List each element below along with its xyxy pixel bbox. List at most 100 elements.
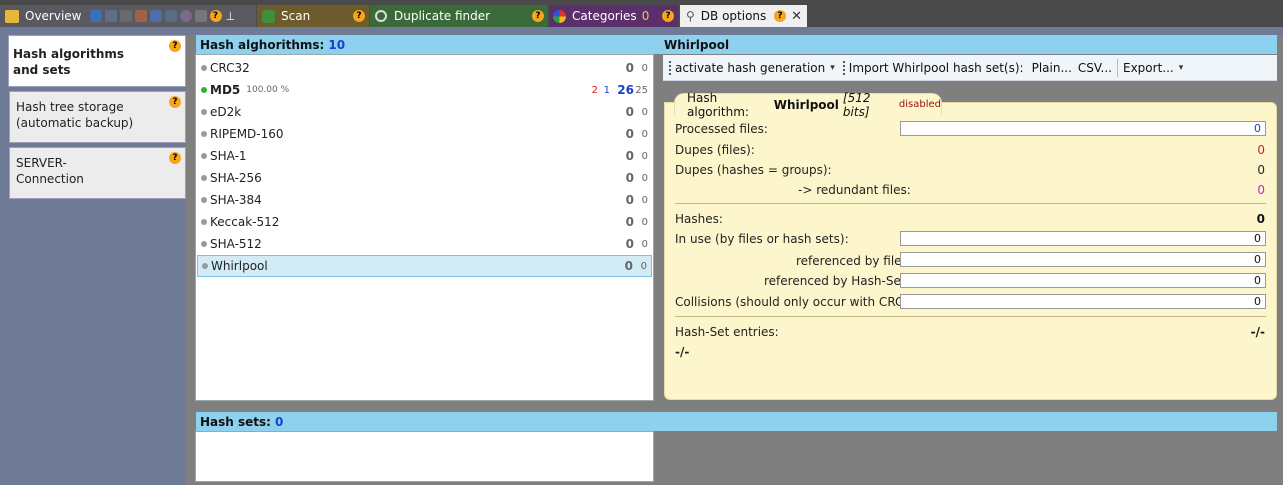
algorithms-header: Hash alghorithms: 10	[196, 35, 660, 54]
collisions-label: Collisions (should only occur with CRC32…	[675, 295, 928, 309]
list-item[interactable]: SHA-256 0 0	[197, 167, 652, 189]
redundant-files-value: 0	[1257, 183, 1265, 197]
list-item[interactable]: eD2k 0 0	[197, 101, 652, 123]
list-item[interactable]: CRC32 0 0	[197, 57, 652, 79]
grip-icon	[842, 60, 845, 75]
import-csv-button[interactable]: CSV...	[1078, 61, 1112, 75]
tab-overview[interactable]: Overview ? ⊥	[0, 5, 256, 27]
content-top-strip	[186, 27, 1283, 35]
hashset-entries-value: -/-	[1250, 325, 1265, 339]
dropdown-arrow-icon[interactable]: ▾	[1179, 63, 1184, 73]
view-icon[interactable]	[89, 10, 102, 22]
menu-label: (automatic backup)	[16, 116, 134, 130]
hashset-entries-label: Hash-Set entries:	[675, 325, 779, 339]
menu-label: Connection	[16, 172, 84, 186]
algorithm-name: SHA-384	[210, 193, 262, 207]
help-icon[interactable]: ?	[169, 152, 181, 164]
algorithms-count: 10	[328, 37, 346, 52]
import-label: Import Whirlpool hash set(s):	[848, 60, 1024, 75]
detail-title: Whirlpool	[664, 37, 730, 52]
list-item[interactable]: SHA-512 0 0	[197, 233, 652, 255]
processed-files-label: Processed files:	[675, 122, 768, 136]
count-value-small: 0	[641, 216, 648, 228]
count-value-small: 0	[641, 238, 648, 250]
tab-label: Duplicate finder	[394, 9, 491, 23]
help-icon[interactable]: ?	[662, 10, 674, 22]
count-value-small: 0	[641, 128, 648, 140]
count-value: 0	[625, 105, 634, 119]
collisions-field: 0	[900, 294, 1266, 309]
referenced-by-files-field: 0	[900, 252, 1266, 267]
status-dot-icon	[201, 219, 207, 225]
list-item[interactable]: SHA-1 0 0	[197, 145, 652, 167]
help-icon[interactable]: ?	[353, 10, 365, 22]
folder-icon	[5, 9, 19, 23]
referenced-by-hashsets-field: 0	[900, 273, 1266, 288]
hash-sets-list[interactable]	[195, 431, 654, 482]
count-value-small: 0	[641, 172, 648, 184]
close-icon[interactable]: ✕	[791, 9, 802, 24]
info-icon[interactable]	[179, 10, 192, 22]
hashes-label: Hashes:	[675, 212, 723, 226]
list-item[interactable]: Keccak-512 0 0	[197, 211, 652, 233]
count-value: 26	[617, 83, 634, 97]
pin-icon[interactable]: ⊥	[226, 10, 236, 23]
tab-db-options[interactable]: ⚲ DB options ? ✕	[680, 5, 807, 27]
redundant-files-label: -> redundant files:	[798, 183, 911, 197]
tab-scan[interactable]: Scan ?	[257, 5, 369, 27]
card-tab-bits: [512 bits]	[842, 90, 871, 119]
db-icon: ⚲	[686, 9, 695, 23]
dupes-groups-value: 0	[1257, 163, 1265, 177]
dupes-groups-label: Dupes (hashes = groups):	[675, 163, 832, 177]
dupes-files-value: 0	[1257, 143, 1265, 157]
import-plain-button[interactable]: Plain...	[1032, 61, 1072, 75]
help-icon[interactable]: ?	[169, 40, 181, 52]
hash-sets-header-label: Hash sets:	[200, 414, 271, 429]
brush-icon[interactable]	[194, 10, 207, 22]
algorithm-name: SHA-1	[210, 149, 247, 163]
help-icon[interactable]: ?	[209, 10, 222, 22]
list-item[interactable]: MD5 100.00 % 2 1 26 25	[197, 79, 652, 101]
dropdown-arrow-icon[interactable]: ▾	[830, 63, 835, 73]
detail-toolbar: activate hash generation ▾ Import Whirlp…	[663, 55, 1277, 81]
algorithm-list[interactable]: CRC32 0 0 MD5 100.00 % 2 1 26 25 eD2k 0 …	[195, 54, 654, 401]
count-value: 0	[625, 193, 634, 207]
tab-count: 0	[641, 9, 650, 23]
export-button[interactable]: Export... ▾	[1123, 61, 1183, 75]
status-dot-icon	[201, 131, 207, 137]
algorithm-name: Keccak-512	[210, 215, 280, 229]
help-icon[interactable]: ?	[774, 10, 786, 22]
filter-icon[interactable]	[104, 10, 117, 22]
menu-hash-algorithms[interactable]: Hash algorithms and sets ?	[8, 35, 186, 87]
link-icon[interactable]	[149, 10, 162, 22]
status-badge: disabled	[898, 99, 941, 110]
menu-server-connection[interactable]: SERVER- Connection ?	[9, 147, 186, 199]
list-item[interactable]: RIPEMD-160 0 0	[197, 123, 652, 145]
status-dot-icon	[201, 241, 207, 247]
algorithm-name: Whirlpool	[211, 259, 268, 273]
tag-icon[interactable]	[119, 10, 132, 22]
categories-icon	[553, 9, 566, 23]
help-icon[interactable]: ?	[169, 96, 181, 108]
color-icon[interactable]	[134, 10, 147, 22]
algorithm-name: SHA-512	[210, 237, 262, 251]
list-item[interactable]: SHA-384 0 0	[197, 189, 652, 211]
count-value: 0	[625, 237, 634, 251]
activate-hash-button[interactable]: activate hash generation ▾	[669, 60, 835, 75]
tab-categories[interactable]: Categories 0 ?	[549, 5, 678, 27]
card-tab: Hash algorithm: Whirlpool [512 bits] dis…	[674, 91, 942, 119]
scan-icon	[262, 9, 275, 23]
menu-label: and sets	[13, 63, 71, 77]
in-use-label: In use (by files or hash sets):	[675, 232, 849, 246]
count-value: 0	[625, 61, 634, 75]
status-dot-icon	[201, 65, 207, 71]
count-value: 0	[625, 171, 634, 185]
tab-label: Scan	[281, 9, 311, 23]
menu-hash-tree-storage[interactable]: Hash tree storage (automatic backup) ?	[9, 91, 186, 143]
tab-duplicate-finder[interactable]: Duplicate finder ?	[370, 5, 548, 27]
import-group: Import Whirlpool hash set(s):	[842, 60, 1024, 75]
grid-icon[interactable]	[164, 10, 177, 22]
status-dot-icon	[201, 87, 207, 93]
help-icon[interactable]: ?	[532, 10, 544, 22]
list-item-selected[interactable]: Whirlpool 0 0	[197, 255, 652, 277]
